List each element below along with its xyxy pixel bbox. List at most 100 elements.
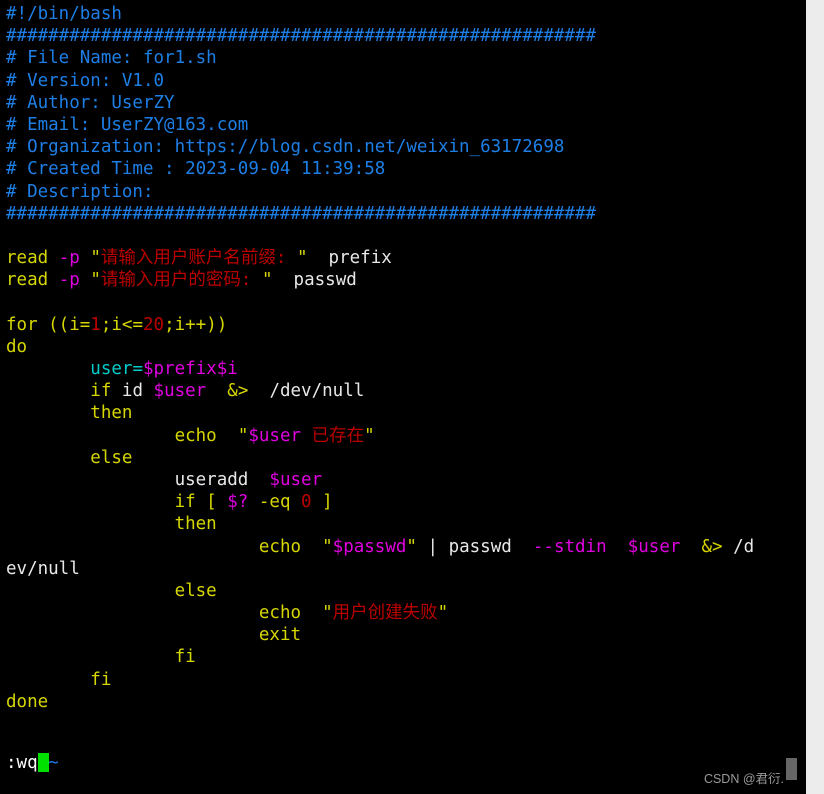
code-line: then: [6, 402, 806, 424]
code-token: $passwd: [332, 536, 407, 557]
code-token: useradd: [174, 469, 249, 490]
code-token: $user: [269, 469, 323, 490]
code-token: ": [261, 270, 273, 291]
code-line: ev/null: [6, 558, 806, 580]
code-token: prefix: [307, 248, 392, 269]
code-token: if [: [174, 492, 228, 513]
code-token: ": [322, 603, 333, 624]
code-token: passwd: [272, 270, 357, 291]
code-line: # Version: V1.0: [6, 70, 806, 92]
code-token: done: [6, 691, 49, 712]
code-token: $user: [248, 425, 302, 446]
tilde-glyph: ~: [48, 753, 59, 774]
code-token: -eq: [248, 492, 302, 513]
code-token: ": [322, 536, 333, 557]
code-token: echo: [258, 536, 302, 557]
code-token: fi: [174, 647, 196, 668]
code-token: 请输入用户账户名前缀:: [100, 248, 297, 269]
code-token: 0: [301, 492, 312, 513]
code-line: #!/bin/bash: [6, 3, 806, 25]
code-token: exit: [258, 625, 302, 646]
code-line: user=$prefix$i: [6, 358, 806, 380]
code-token: ;i++)): [164, 314, 228, 335]
code-line: if id $user &> /dev/null: [6, 380, 806, 402]
code-token: ########################################…: [6, 203, 597, 224]
code-token: else: [90, 447, 133, 468]
code-line: else: [6, 580, 806, 602]
code-token: # Created Time : 2023-09-04 11:39:58: [6, 159, 386, 180]
code-token: passwd: [448, 536, 512, 557]
code-token: |: [416, 536, 449, 557]
code-token: 已存在: [301, 425, 365, 446]
code-token: &>: [227, 381, 249, 402]
code-token: # Description:: [6, 181, 154, 202]
code-token: /d: [722, 536, 755, 557]
code-line: # File Name: for1.sh: [6, 47, 806, 69]
code-line: done: [6, 691, 806, 713]
code-token: id: [111, 381, 154, 402]
code-token: ": [364, 425, 375, 446]
code-token: 用户创建失败: [332, 603, 438, 624]
code-line: fi: [6, 669, 806, 691]
code-token: $prefix$i: [142, 359, 238, 379]
code-token: $?: [227, 492, 249, 513]
code-line: echo "$user 已存在": [6, 425, 806, 447]
code-token: # Organization: https://blog.csdn.net/we…: [6, 137, 565, 158]
code-line: useradd $user: [6, 469, 806, 491]
code-token: then: [174, 514, 217, 535]
command-text: :wq: [6, 753, 38, 773]
code-line: # Created Time : 2023-09-04 11:39:58: [6, 158, 806, 180]
code-line: exit: [6, 624, 806, 646]
code-token: ": [437, 603, 449, 624]
code-line: read -p "请输入用户的密码: " passwd: [6, 269, 806, 291]
code-token: read: [6, 248, 59, 269]
code-line: # Author: UserZY: [6, 92, 806, 114]
code-token: ]: [311, 492, 333, 513]
window-right-edge: [806, 0, 824, 794]
code-token: then: [90, 403, 133, 424]
code-token: 请输入用户的密码:: [100, 270, 262, 291]
code-line: echo "用户创建失败": [6, 602, 806, 624]
terminal-window: #!/bin/bash #############################…: [0, 0, 806, 794]
code-token: if: [90, 381, 112, 402]
code-token: fi: [90, 669, 112, 690]
vim-command-line[interactable]: :wq: [6, 752, 49, 774]
code-token: echo: [174, 425, 217, 446]
text-cursor: [37, 753, 49, 772]
vim-buffer[interactable]: #!/bin/bash #############################…: [6, 3, 806, 757]
code-line: # Email: UserZY@163.com: [6, 114, 806, 136]
code-token: do: [6, 336, 28, 357]
code-token: # File Name: for1.sh: [6, 48, 217, 69]
code-token: # Version: V1.0: [6, 70, 165, 91]
code-line: echo "$passwd" | passwd --stdin $user &>…: [6, 536, 806, 558]
code-token: &>: [701, 536, 723, 557]
code-line: if [ $? -eq 0 ]: [6, 491, 806, 513]
code-line: then: [6, 513, 806, 535]
code-line: for ((i=1;i<=20;i++)): [6, 314, 806, 336]
code-token: ;i<=: [100, 314, 143, 335]
code-token: # Email: UserZY@163.com: [6, 114, 249, 135]
code-token: -p: [58, 248, 80, 269]
code-line: # Description:: [6, 181, 806, 203]
code-line: do: [6, 336, 806, 358]
code-line: ########################################…: [6, 25, 806, 47]
code-line: else: [6, 447, 806, 469]
